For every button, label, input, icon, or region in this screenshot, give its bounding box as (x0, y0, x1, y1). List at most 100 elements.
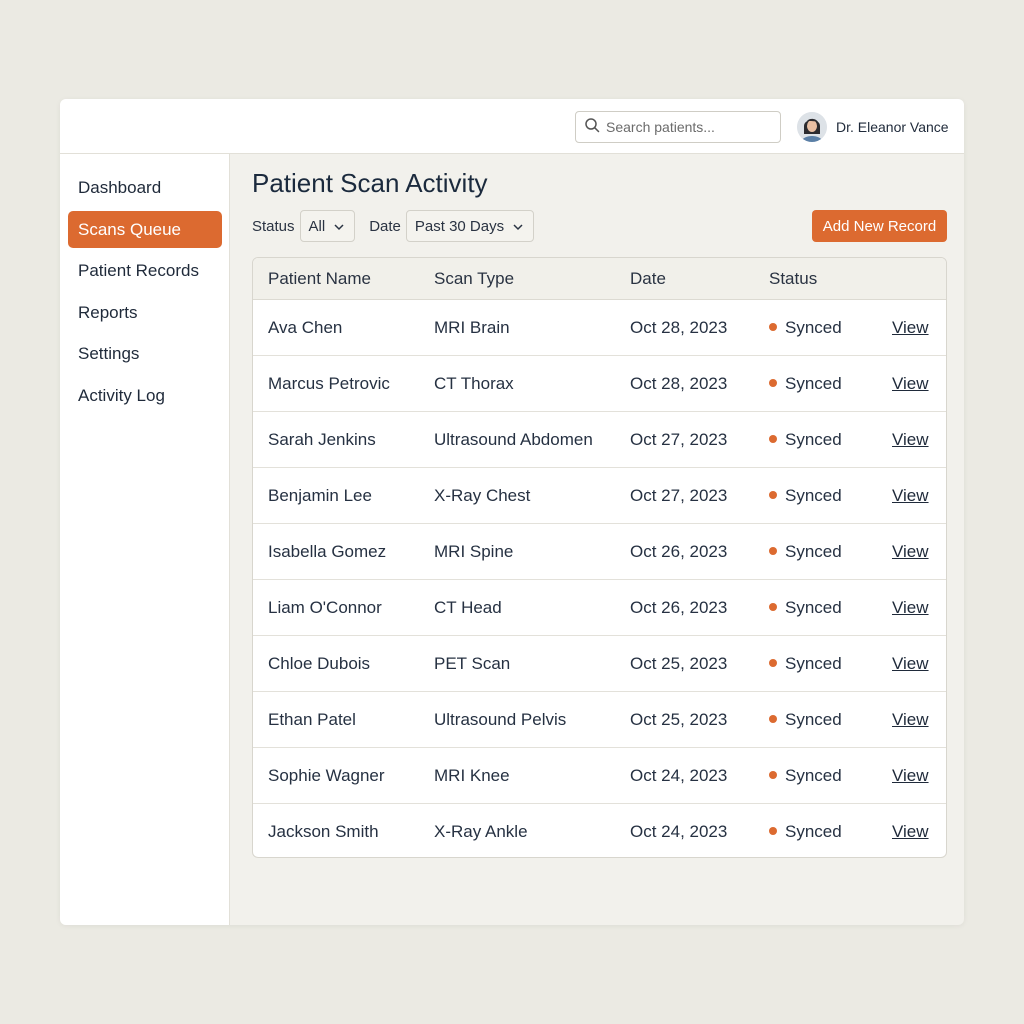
status-filter-label: Status (252, 217, 295, 235)
status-dot (769, 546, 777, 555)
cell-status: Synced (769, 524, 842, 580)
cell-status: Synced (769, 580, 842, 636)
cell-patient-name: Marcus Petrovic (268, 374, 390, 393)
cell-scan-type: X-Ray Chest (434, 486, 531, 505)
user-menu[interactable]: Dr. Eleanor Vance (797, 110, 949, 144)
page-title: Patient Scan Activity (252, 168, 488, 198)
cell-date: Oct 27, 2023 (630, 486, 728, 505)
cell-status: Synced (769, 748, 842, 804)
cell-patient-name: Jackson Smith (268, 822, 379, 841)
view-link[interactable]: View (892, 524, 929, 580)
column-header-status[interactable]: Status (769, 258, 817, 300)
search-input[interactable] (606, 119, 776, 135)
table-row[interactable]: Jackson Smith X-Ray Ankle Oct 24, 2023 Sync… (253, 804, 946, 857)
table-row[interactable]: Benjamin Lee X-Ray Chest Oct 27, 2023 Synce… (253, 468, 946, 524)
chevron-down-icon (512, 220, 524, 232)
cell-patient-name: Benjamin Lee (268, 486, 372, 505)
search-icon (584, 117, 600, 138)
column-header-scan-type[interactable]: Scan Type (434, 258, 514, 300)
sidebar-item-label: Reports (78, 302, 138, 322)
status-label: Synced (785, 318, 842, 337)
status-label: Synced (785, 822, 842, 841)
cell-scan-type: Ultrasound Abdomen (434, 430, 593, 449)
column-header-date[interactable]: Date (630, 258, 666, 300)
status-dot (769, 658, 777, 667)
cell-status: Synced (769, 636, 842, 692)
table-row[interactable]: Marcus Petrovic CT Thorax Oct 28, 2023 Sync… (253, 356, 946, 412)
sidebar-item-settings[interactable]: Settings (68, 335, 222, 372)
cell-status: Synced (769, 412, 842, 468)
cell-scan-type: CT Head (434, 598, 502, 617)
date-filter-value: Past 30 Days (414, 217, 505, 235)
status-filter-select[interactable]: All (299, 210, 356, 242)
status-label: Synced (785, 542, 842, 561)
table-row[interactable]: Ava Chen MRI Brain Oct 28, 2023 Synced View (253, 300, 946, 356)
view-link[interactable]: View (892, 468, 929, 524)
cell-date: Oct 27, 2023 (630, 430, 728, 449)
cell-scan-type: Ultrasound Pelvis (434, 710, 567, 729)
cell-patient-name: Ava Chen (268, 318, 343, 337)
table-header: Patient Name Scan Type Date Status (253, 258, 946, 300)
cell-status: Synced (769, 468, 842, 524)
view-link[interactable]: View (892, 636, 929, 692)
table-row[interactable]: Sophie Wagner MRI Knee Oct 24, 2023 Synced V… (253, 748, 946, 804)
cell-scan-type: MRI Spine (434, 542, 514, 561)
app-window: Dr. Eleanor Vance Dashboard Scans Queue … (60, 99, 964, 925)
view-link[interactable]: View (892, 356, 929, 412)
view-link[interactable]: View (892, 300, 929, 356)
view-link[interactable]: View (892, 412, 929, 468)
status-label: Synced (785, 654, 842, 673)
cell-date: Oct 26, 2023 (630, 542, 728, 561)
cell-status: Synced (769, 300, 842, 356)
status-label: Synced (785, 430, 842, 449)
sidebar-item-label: Dashboard (78, 177, 162, 197)
table-row[interactable]: Chloe Dubois PET Scan Oct 25, 2023 Synced Vi… (253, 636, 946, 692)
view-link[interactable]: View (892, 748, 929, 804)
cell-date: Oct 25, 2023 (630, 654, 728, 673)
status-dot (769, 490, 777, 499)
view-link[interactable]: View (892, 692, 929, 748)
cell-patient-name: Chloe Dubois (268, 654, 371, 673)
user-name: Dr. Eleanor Vance (836, 119, 949, 135)
cell-scan-type: X-Ray Ankle (434, 822, 528, 841)
cell-scan-type: MRI Knee (434, 766, 510, 785)
cell-patient-name: Ethan Patel (268, 710, 356, 729)
add-new-record-button[interactable]: Add New Record (812, 210, 947, 242)
status-label: Synced (785, 710, 842, 729)
sidebar-item-scans-queue[interactable]: Scans Queue (68, 211, 222, 248)
cell-patient-name: Liam O'Connor (268, 598, 382, 617)
sidebar-item-label: Scans Queue (78, 219, 182, 239)
view-link[interactable]: View (892, 804, 929, 857)
sidebar-item-activity-log[interactable]: Activity Log (68, 377, 222, 414)
search-box[interactable] (575, 111, 781, 143)
status-label: Synced (785, 766, 842, 785)
table-row[interactable]: Isabella Gomez MRI Spine Oct 26, 2023 Synce… (253, 524, 946, 580)
cell-status: Synced (769, 804, 842, 857)
cell-status: Synced (769, 356, 842, 412)
status-label: Synced (785, 374, 842, 393)
cell-patient-name: Sarah Jenkins (268, 430, 376, 449)
sidebar-item-label: Settings (78, 343, 140, 363)
scan-table: Patient Name Scan Type Date Status Ava C… (252, 257, 947, 858)
cell-date: Oct 28, 2023 (630, 374, 728, 393)
user-avatar[interactable] (797, 112, 827, 142)
filter-bar: Status All Date Past 30 Days (252, 210, 535, 242)
sidebar-item-dashboard[interactable]: Dashboard (68, 169, 222, 206)
cell-date: Oct 24, 2023 (630, 822, 728, 841)
view-link[interactable]: View (892, 580, 929, 636)
cell-date: Oct 24, 2023 (630, 766, 728, 785)
status-filter-value: All (308, 217, 326, 235)
column-header-patient-name[interactable]: Patient Name (268, 258, 371, 300)
date-filter-select[interactable]: Past 30 Days (405, 210, 535, 242)
status-label: Synced (785, 598, 842, 617)
sidebar: Dashboard Scans Queue Patient Records Re… (60, 154, 230, 925)
status-dot (769, 714, 777, 723)
cell-scan-type: PET Scan (434, 654, 511, 673)
table-row[interactable]: Liam O'Connor CT Head Oct 26, 2023 Synced Vi… (253, 580, 946, 636)
date-filter-label: Date (369, 217, 401, 235)
table-row[interactable]: Sarah Jenkins Ultrasound Abdomen Oct 27, 2… (253, 412, 946, 468)
table-row[interactable]: Ethan Patel Ultrasound Pelvis Oct 25, 2023… (253, 692, 946, 748)
cell-patient-name: Sophie Wagner (268, 766, 385, 785)
sidebar-item-patient-records[interactable]: Patient Records (68, 252, 222, 289)
sidebar-item-reports[interactable]: Reports (68, 294, 222, 331)
